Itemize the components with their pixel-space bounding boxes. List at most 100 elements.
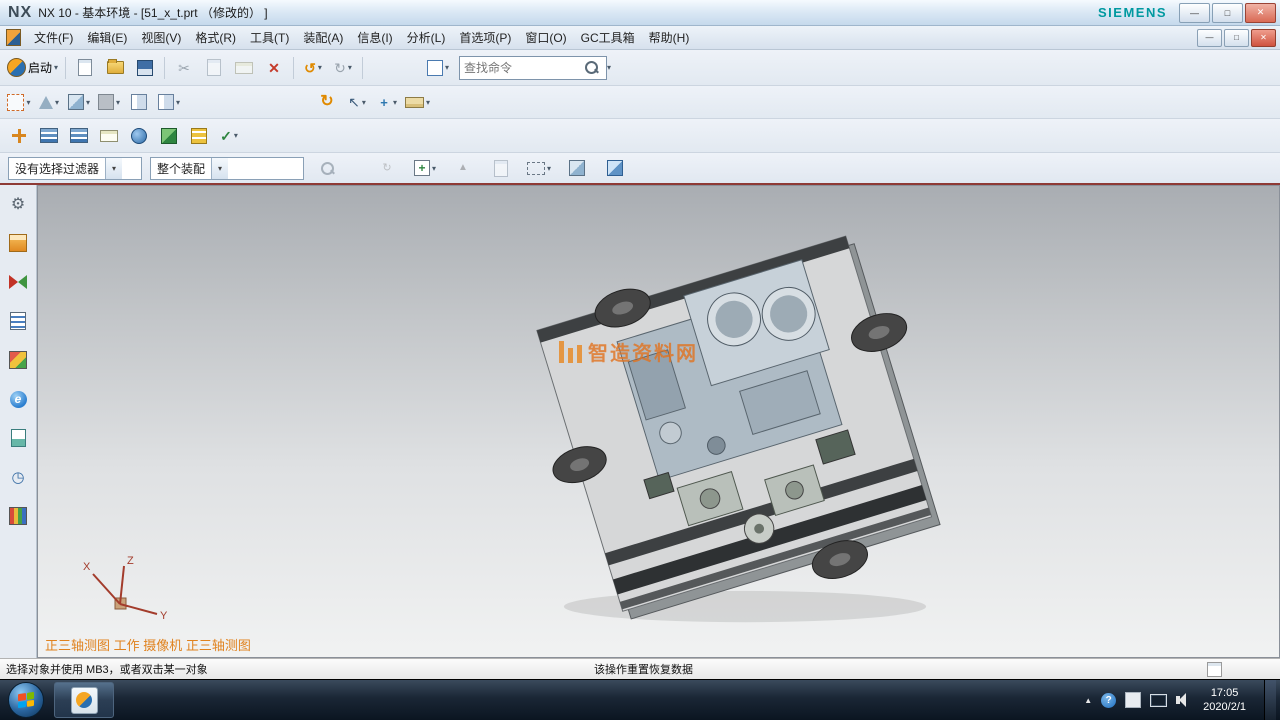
menu-assemblies[interactable]: 装配(A) [296, 26, 350, 49]
chevron-down-icon: ▾ [211, 158, 228, 179]
constraint-navigator-button[interactable] [7, 271, 29, 293]
toolbar-separator [65, 57, 66, 79]
chevron-down-icon: ▾ [176, 98, 180, 107]
view-style-button[interactable]: ▾ [34, 89, 64, 115]
show-hidden-icons-button[interactable]: ▲ [1084, 696, 1092, 705]
rectangle-select-button[interactable]: ▾ [524, 155, 554, 181]
annotation-button[interactable] [94, 123, 124, 149]
layout-options-button[interactable]: ▾ [154, 89, 184, 115]
menu-view[interactable]: 视图(V) [134, 26, 188, 49]
move-component-button[interactable] [4, 123, 34, 149]
chevron-down-icon: ▾ [432, 164, 436, 173]
menu-edit[interactable]: 编辑(E) [80, 26, 134, 49]
tray-ime-icon[interactable] [1125, 692, 1141, 708]
general-selection-button[interactable]: +▾ [410, 155, 440, 181]
snap-enable-button[interactable]: ↻ [372, 155, 402, 181]
status-page-icon[interactable] [1207, 662, 1222, 677]
menu-window[interactable]: 窗口(O) [518, 26, 573, 49]
copy-button[interactable] [199, 55, 229, 81]
selection-filter-combo[interactable]: 没有选择过滤器 ▾ [8, 157, 142, 180]
cone-icon [39, 96, 53, 109]
arrangements-button[interactable] [154, 123, 184, 149]
window-layout-button[interactable]: ▾ [423, 55, 453, 81]
graphics-viewport[interactable]: 智造资料网 X Y Z 正三轴测图 工作 摄像机 正三轴测图 [37, 185, 1280, 658]
wireframe-cube-icon [607, 160, 623, 176]
status-bar: 选择对象并使用 MB3，或者双击某一对象 该操作重置恢复数据 [0, 658, 1280, 679]
new-file-button[interactable] [70, 55, 100, 81]
highlight-solid-button[interactable] [562, 155, 592, 181]
measure-button[interactable]: ▾ [402, 89, 433, 115]
orient-view-button[interactable]: ▾ [4, 89, 34, 115]
find-command-button[interactable] [576, 55, 606, 81]
chevron-down-icon: ▾ [318, 63, 322, 72]
mdi-minimize-button[interactable]: — [1197, 29, 1222, 47]
internet-explorer-button[interactable]: e [7, 388, 29, 410]
paste-button[interactable] [229, 55, 259, 81]
redo-icon: ↻ [334, 61, 346, 75]
mdi-restore-button[interactable]: □ [1224, 29, 1249, 47]
open-button[interactable] [100, 55, 130, 81]
menu-format[interactable]: 格式(R) [188, 26, 243, 49]
nx-application-window: NX NX 10 - 基本环境 - [51_x_t.prt （修改的） ] SI… [0, 0, 1280, 720]
menu-information[interactable]: 信息(I) [350, 26, 399, 49]
start-button[interactable] [8, 682, 44, 718]
tray-network-icon[interactable] [1150, 694, 1167, 707]
taskbar-clock[interactable]: 17:05 2020/2/1 [1194, 686, 1255, 715]
ruler-icon [405, 97, 424, 108]
highlight-wireframe-button[interactable] [600, 155, 630, 181]
menu-tools[interactable]: 工具(T) [243, 26, 296, 49]
layer-settings-button[interactable] [34, 123, 64, 149]
chevron-down-icon[interactable]: ▾ [607, 63, 611, 72]
window-title: NX 10 - 基本环境 - [51_x_t.prt （修改的） ] [38, 4, 267, 21]
tray-help-icon[interactable]: ? [1101, 693, 1116, 708]
history-button[interactable]: ◷ [7, 466, 29, 488]
snap-point-button[interactable]: +▾ [372, 89, 402, 115]
constraint-left-icon [9, 275, 18, 289]
system-materials-button[interactable] [7, 505, 29, 527]
view-toolbar: ▾ ▾ ▾ ▾ ▾ ↻ ↖▾ +▾ ▾ [0, 86, 1280, 119]
assembly-constraints-button[interactable] [124, 123, 154, 149]
layer-visible-button[interactable] [64, 123, 94, 149]
menu-analysis[interactable]: 分析(L) [400, 26, 453, 49]
part-navigator-button[interactable] [7, 310, 29, 332]
shaded-view-button[interactable]: ▾ [64, 89, 94, 115]
menu-gc-toolbox[interactable]: GC工具箱 [574, 26, 642, 49]
minimize-button[interactable]: — [1179, 3, 1210, 23]
delete-button[interactable]: ✕ [259, 55, 289, 81]
assembly-navigator-button[interactable] [7, 232, 29, 254]
mdi-close-button[interactable]: ✕ [1251, 29, 1276, 47]
check-mate-button[interactable]: ✓ ▾ [214, 123, 244, 149]
start-menu-button[interactable]: 启动 ▾ [4, 55, 61, 81]
selection-bar: 没有选择过滤器 ▾ 整个装配 ▾ ↻ +▾ ▲ ▾ [0, 153, 1280, 183]
menu-preferences[interactable]: 首选项(P) [452, 26, 518, 49]
visualization-button[interactable] [7, 427, 29, 449]
find-command-input[interactable] [460, 59, 576, 77]
select-group-button[interactable] [486, 155, 516, 181]
pattern-component-button[interactable] [184, 123, 214, 149]
chevron-down-icon: ▾ [26, 98, 30, 107]
menu-file[interactable]: 文件(F) [27, 26, 80, 49]
menu-help[interactable]: 帮助(H) [642, 26, 697, 49]
select-tool-button[interactable]: ↖▾ [342, 89, 372, 115]
redo-button[interactable]: ↻ ▾ [328, 55, 358, 81]
cut-button[interactable]: ✂ [169, 55, 199, 81]
undo-button[interactable]: ↺ ▾ [298, 55, 328, 81]
background-button[interactable]: ▾ [94, 89, 124, 115]
split-window-button[interactable] [124, 89, 154, 115]
show-desktop-button[interactable] [1264, 680, 1276, 720]
select-parent-button[interactable]: ▲ [448, 155, 478, 181]
orient-view-icon [7, 94, 24, 111]
up-arrow-icon: ▲ [458, 163, 468, 173]
maximize-button[interactable]: □ [1212, 3, 1243, 23]
reuse-library-button[interactable] [7, 349, 29, 371]
selection-scope-combo[interactable]: 整个装配 ▾ [150, 157, 304, 180]
engine-fixture-model[interactable] [515, 213, 975, 638]
tray-volume-icon[interactable] [1176, 696, 1180, 704]
zoom-region-button[interactable] [312, 155, 342, 181]
roles-button[interactable]: ⚙ [7, 193, 29, 215]
taskbar-nx-app-button[interactable] [54, 682, 114, 718]
toolbar-separator [293, 57, 294, 79]
refresh-view-button[interactable]: ↻ [312, 89, 342, 115]
save-button[interactable] [130, 55, 160, 81]
close-button[interactable]: ✕ [1245, 3, 1276, 23]
